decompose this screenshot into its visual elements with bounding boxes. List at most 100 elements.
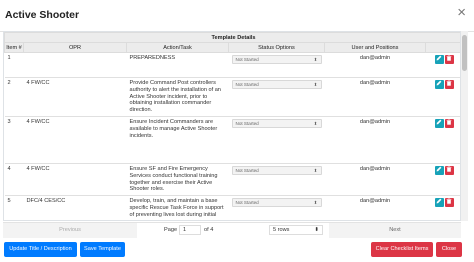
opr-cell bbox=[23, 52, 127, 78]
next-page-button[interactable]: Next bbox=[329, 223, 461, 238]
delete-button[interactable] bbox=[444, 80, 454, 89]
task-cell: Develop, train, and maintain a base spec… bbox=[126, 195, 229, 220]
status-cell: Not Started ⬍ bbox=[228, 115, 325, 164]
trash-icon bbox=[446, 166, 452, 172]
edit-button[interactable] bbox=[434, 55, 444, 64]
scrollbar-thumb[interactable] bbox=[462, 35, 467, 71]
select-caret-icon: ⬍ bbox=[313, 167, 318, 173]
pagination-bar: Previous Page 1 of 4 5 rows ⬍ Next bbox=[3, 222, 461, 238]
opr-cell: 4 FW/CC bbox=[23, 115, 127, 164]
column-header-item: Item # bbox=[4, 42, 24, 53]
user-cell: dan@admin bbox=[324, 52, 426, 78]
table-scrollbar[interactable] bbox=[461, 31, 468, 221]
modal-footer: Update Title / Description Save Template… bbox=[0, 238, 474, 262]
actions-cell bbox=[425, 52, 460, 78]
select-caret-icon: ⬍ bbox=[313, 120, 318, 126]
item-number: 5 bbox=[4, 195, 24, 220]
status-select[interactable]: Not Started ⬍ bbox=[231, 198, 322, 208]
status-select[interactable]: Not Started ⬍ bbox=[231, 80, 322, 89]
edit-button[interactable] bbox=[434, 80, 444, 89]
delete-button[interactable] bbox=[444, 165, 454, 175]
task-cell: Ensure SF and Fire Emergency Services co… bbox=[126, 162, 229, 196]
select-caret-icon: ⬍ bbox=[313, 57, 318, 62]
item-number: 2 bbox=[4, 77, 24, 117]
pencil-icon bbox=[436, 55, 442, 61]
task-cell: Provide Command Post controllers authori… bbox=[126, 77, 229, 117]
close-icon[interactable]: × bbox=[457, 5, 466, 20]
column-header-actions bbox=[424, 42, 460, 53]
rows-per-page-value: 5 rows bbox=[273, 227, 290, 233]
task-text: Ensure SF and Fire Emergency Services co… bbox=[129, 165, 218, 193]
column-header-opr: OPR bbox=[23, 42, 127, 53]
modal-title: Active Shooter bbox=[5, 9, 80, 21]
status-cell: Not Started ⬍ bbox=[228, 195, 325, 220]
task-cell: Ensure Incident Commanders are available… bbox=[126, 115, 229, 164]
status-value: Not Started bbox=[235, 167, 259, 173]
page-number-input[interactable]: 1 bbox=[179, 225, 201, 235]
task-cell: PREPAREDNESS bbox=[126, 52, 229, 78]
status-select[interactable]: Not Started ⬍ bbox=[231, 165, 322, 175]
column-header-user-positions: User and Positions bbox=[324, 42, 426, 53]
table-row: 3 4 FW/CC Ensure Incident Commanders are… bbox=[4, 115, 460, 164]
user-cell: dan@admin bbox=[324, 162, 426, 196]
user-cell: dan@admin bbox=[324, 115, 426, 164]
status-cell: Not Started ⬍ bbox=[228, 162, 325, 196]
previous-page-button[interactable]: Previous bbox=[3, 223, 137, 238]
table-row: 5 DFC/4 CES/CC Develop, train, and maint… bbox=[4, 195, 460, 220]
table-row: 1 PREPAREDNESS Not Started ⬍ dan@admin bbox=[4, 52, 460, 78]
trash-icon bbox=[446, 80, 452, 86]
opr-cell: 4 FW/CC bbox=[23, 77, 127, 117]
pencil-icon bbox=[436, 80, 442, 86]
actions-cell bbox=[425, 77, 460, 117]
task-text: Develop, train, and maintain a base spec… bbox=[129, 198, 224, 220]
select-caret-icon: ⬍ bbox=[313, 200, 318, 206]
select-caret-icon: ⬍ bbox=[314, 227, 319, 233]
status-cell: Not Started ⬍ bbox=[228, 77, 325, 117]
page-count-label: of 4 bbox=[204, 227, 214, 233]
item-number: 3 bbox=[4, 115, 24, 164]
status-value: Not Started bbox=[235, 82, 259, 87]
select-caret-icon: ⬍ bbox=[313, 82, 318, 87]
edit-button[interactable] bbox=[434, 165, 444, 175]
status-value: Not Started bbox=[235, 57, 259, 62]
user-cell: dan@admin bbox=[324, 195, 426, 220]
status-value: Not Started bbox=[235, 120, 259, 126]
status-cell: Not Started ⬍ bbox=[228, 52, 325, 78]
opr-cell: DFC/4 CES/CC bbox=[23, 195, 127, 220]
delete-button[interactable] bbox=[444, 118, 454, 128]
actions-cell bbox=[425, 195, 460, 220]
edit-button[interactable] bbox=[434, 118, 444, 128]
status-select[interactable]: Not Started ⬍ bbox=[231, 55, 322, 64]
trash-icon bbox=[446, 198, 452, 204]
save-template-button[interactable]: Save Template bbox=[80, 242, 125, 257]
delete-button[interactable] bbox=[444, 55, 454, 64]
clear-checklist-button[interactable]: Clear Checklist Items bbox=[371, 242, 433, 257]
checklist-table-container: Template Details Item # OPR Action/Task … bbox=[3, 31, 461, 221]
task-text: PREPAREDNESS bbox=[129, 55, 176, 61]
task-text: Ensure Incident Commanders are available… bbox=[129, 118, 218, 139]
edit-button[interactable] bbox=[434, 198, 444, 208]
page-label: Page bbox=[164, 227, 178, 233]
column-header-status-options: Status Options bbox=[228, 42, 325, 53]
item-number: 4 bbox=[4, 162, 24, 196]
user-cell: dan@admin bbox=[324, 77, 426, 117]
checklist-table: Template Details Item # OPR Action/Task … bbox=[4, 32, 460, 220]
status-select[interactable]: Not Started ⬍ bbox=[231, 118, 322, 128]
actions-cell bbox=[425, 115, 460, 164]
rows-per-page-select[interactable]: 5 rows ⬍ bbox=[269, 225, 323, 235]
table-row: 2 4 FW/CC Provide Command Post controlle… bbox=[4, 77, 460, 117]
item-number: 1 bbox=[4, 52, 24, 78]
delete-button[interactable] bbox=[444, 198, 454, 208]
opr-cell: 4 FW/CC bbox=[23, 162, 127, 196]
actions-cell bbox=[425, 162, 460, 196]
close-button[interactable]: Close bbox=[436, 242, 462, 257]
template-details-header: Template Details bbox=[4, 32, 460, 43]
pencil-icon bbox=[436, 119, 442, 125]
trash-icon bbox=[446, 55, 452, 61]
update-title-button[interactable]: Update Title / Description bbox=[4, 242, 77, 257]
pencil-icon bbox=[436, 198, 442, 204]
status-value: Not Started bbox=[235, 200, 259, 206]
task-text: Provide Command Post controllers authori… bbox=[129, 80, 221, 114]
modal-header: Active Shooter × bbox=[0, 0, 474, 32]
trash-icon bbox=[446, 119, 452, 125]
